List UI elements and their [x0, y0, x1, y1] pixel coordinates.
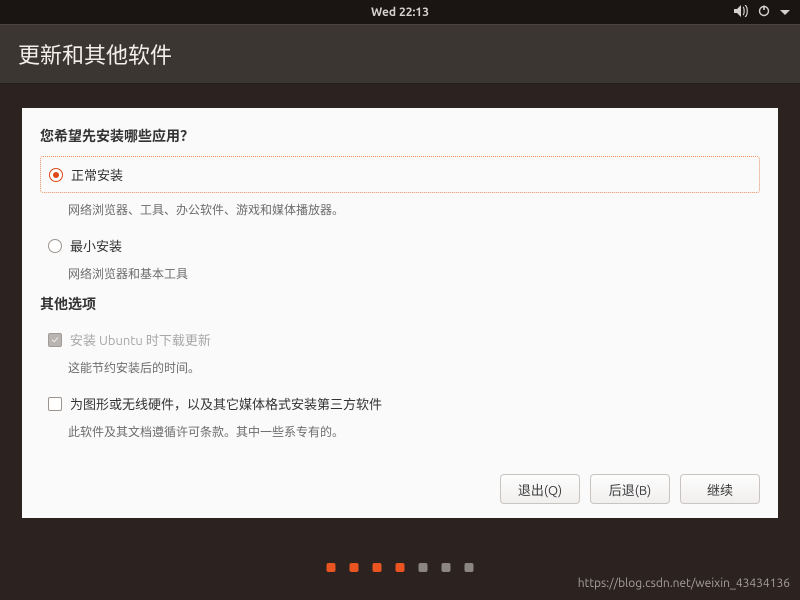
check-label: 安装 Ubuntu 时下载更新: [70, 330, 211, 349]
option-label: 正常安装: [71, 165, 123, 184]
option-label: 最小安装: [70, 236, 122, 255]
step-dot: [465, 563, 474, 572]
title-bar: 更新和其他软件: [0, 24, 800, 84]
option-minimal-install[interactable]: 最小安装: [40, 230, 760, 257]
checkbox-download-updates: [48, 333, 62, 347]
top-bar: Wed 22:13: [0, 0, 800, 24]
step-dot: [442, 563, 451, 572]
step-dot: [327, 563, 336, 572]
page-title: 更新和其他软件: [18, 38, 172, 70]
check-desc: 这能节约安装后的时间。: [68, 359, 760, 376]
system-tray: [734, 5, 790, 20]
power-icon[interactable]: [758, 5, 770, 20]
check-download-updates: 安装 Ubuntu 时下载更新: [40, 324, 760, 351]
watermark: https://blog.csdn.net/weixin_43434136: [578, 577, 790, 590]
step-dot: [396, 563, 405, 572]
back-button[interactable]: 后退(B): [590, 474, 670, 504]
radio-minimal-install[interactable]: [48, 239, 62, 253]
option-desc: 网络浏览器和基本工具: [68, 265, 760, 282]
quit-button[interactable]: 退出(Q): [500, 474, 580, 504]
volume-icon[interactable]: [734, 5, 748, 20]
option-desc: 网络浏览器、工具、办公软件、游戏和媒体播放器。: [68, 201, 760, 218]
step-dot: [373, 563, 382, 572]
chevron-down-icon[interactable]: [780, 6, 790, 19]
checkbox-third-party[interactable]: [48, 397, 62, 411]
other-options-heading: 其他选项: [40, 294, 760, 314]
check-label: 为图形或无线硬件，以及其它媒体格式安装第三方软件: [70, 394, 382, 413]
question-heading: 您希望先安装哪些应用？: [40, 126, 760, 146]
step-dot: [419, 563, 428, 572]
radio-normal-install[interactable]: [49, 168, 63, 182]
step-indicator: [327, 563, 474, 572]
content-panel: 您希望先安装哪些应用？ 正常安装 网络浏览器、工具、办公软件、游戏和媒体播放器。…: [22, 108, 778, 518]
step-dot: [350, 563, 359, 572]
option-normal-install[interactable]: 正常安装: [40, 156, 760, 193]
button-row: 退出(Q) 后退(B) 继续: [500, 474, 760, 504]
check-desc: 此软件及其文档遵循许可条款。其中一些系专有的。: [68, 423, 760, 440]
continue-button[interactable]: 继续: [680, 474, 760, 504]
check-third-party[interactable]: 为图形或无线硬件，以及其它媒体格式安装第三方软件: [40, 388, 760, 415]
clock: Wed 22:13: [371, 6, 429, 19]
